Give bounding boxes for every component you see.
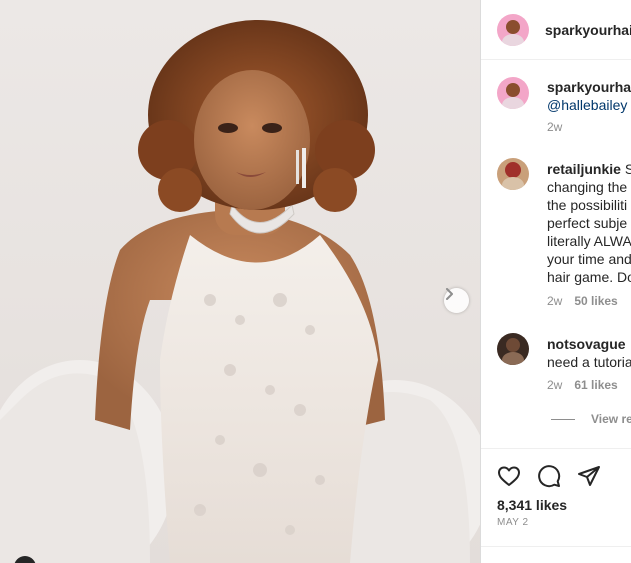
actions-divider: [481, 448, 631, 449]
comment-avatar[interactable]: [497, 333, 529, 365]
avatar-image: [497, 14, 529, 46]
comment-text-line: hair game. Do: [547, 269, 631, 285]
comment-text-line: need a tutoria: [547, 354, 631, 370]
comment-avatar[interactable]: [497, 158, 529, 190]
view-replies-label: View re: [591, 412, 631, 426]
post-date[interactable]: MAY 2: [497, 517, 529, 528]
comment-likes[interactable]: 61 likes: [574, 378, 617, 392]
comment-header: notsovague: [547, 335, 626, 353]
view-replies-button[interactable]: View re: [551, 412, 631, 426]
post-sidebar: sparkyourhai sparkyourha @hallebailey 2w…: [481, 0, 631, 563]
comment-text-line: your time and: [547, 251, 631, 267]
comment-username[interactable]: retailjunkie: [547, 161, 621, 177]
replies-dash: [551, 418, 575, 420]
comment-likes[interactable]: 50 likes: [574, 294, 617, 308]
comment-meta: 2w 50 likes: [547, 294, 618, 308]
next-photo-button[interactable]: [444, 288, 469, 313]
heart-icon[interactable]: [497, 464, 521, 488]
avatar-image: [497, 77, 529, 109]
comment-text-line: the possibiliti: [547, 197, 628, 213]
post-photo[interactable]: [0, 0, 480, 563]
comment-header: retailjunkie S: [547, 160, 631, 178]
comment-meta: 2w 61 likes: [547, 378, 618, 392]
avatar-image: [497, 158, 529, 190]
caption-avatar[interactable]: [497, 77, 529, 109]
portrait-illustration: [0, 20, 480, 563]
post-header: sparkyourhai: [481, 0, 631, 60]
caption-mention[interactable]: @hallebailey: [547, 96, 627, 114]
avatar-image: [497, 333, 529, 365]
caption-time[interactable]: 2w: [547, 120, 562, 134]
author-avatar[interactable]: [497, 14, 529, 46]
comment-username[interactable]: notsovague: [547, 336, 626, 352]
comment-text-line: changing the: [547, 179, 628, 195]
comment-time[interactable]: 2w: [547, 294, 562, 308]
comment-text-line: perfect subje: [547, 215, 628, 231]
comment-bubble-icon[interactable]: [537, 464, 561, 488]
caption-username[interactable]: sparkyourha: [547, 79, 631, 95]
chevron-right-icon: [446, 288, 453, 300]
paper-plane-icon[interactable]: [577, 464, 601, 488]
comment-box-divider: [481, 546, 631, 547]
likes-count[interactable]: 8,341 likes: [497, 497, 567, 513]
header-username[interactable]: sparkyourhai: [545, 22, 631, 38]
comment-text-start: S: [624, 161, 631, 177]
comment-time[interactable]: 2w: [547, 378, 562, 392]
comment-text-line: literally ALWA: [547, 233, 631, 249]
